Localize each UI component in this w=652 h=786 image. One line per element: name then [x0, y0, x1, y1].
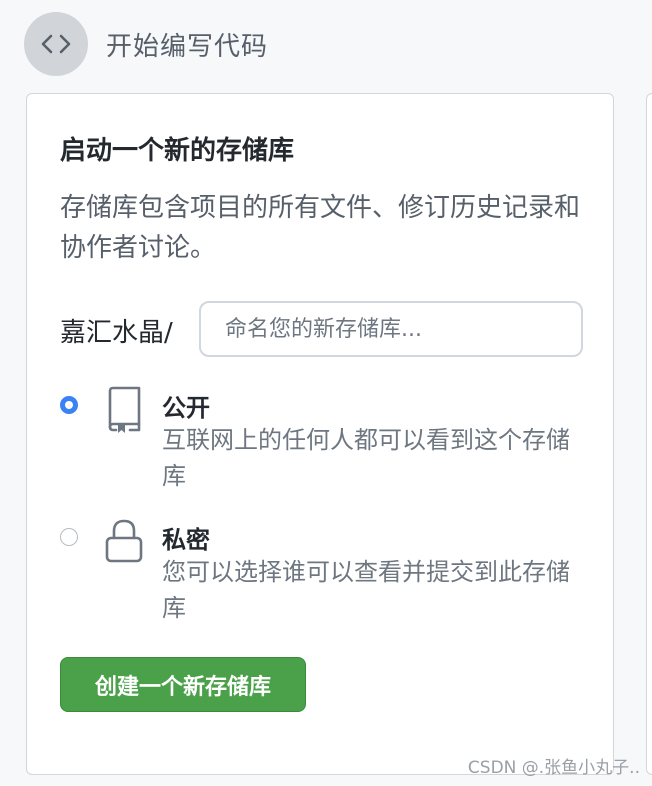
public-radio[interactable]: [60, 396, 78, 414]
card-description: 存储库包含项目的所有文件、修订历史记录和协作者讨论。: [60, 193, 581, 263]
private-title: 私密: [162, 526, 210, 554]
visibility-option-private[interactable]: 私密 您可以选择谁可以查看并提交到此存储库: [60, 518, 590, 638]
create-repository-button[interactable]: 创建一个新存储库: [60, 657, 306, 712]
header-title: 开始编写代码: [106, 31, 269, 62]
lock-icon: [104, 518, 144, 568]
visibility-option-public[interactable]: 公开 互联网上的任何人都可以看到这个存储库: [60, 386, 590, 506]
watermark: CSDN @.张鱼小丸子..: [467, 758, 640, 778]
owner-label: 嘉汇水晶/: [60, 318, 173, 348]
code-brackets-icon: [24, 12, 88, 76]
private-description: 您可以选择谁可以查看并提交到此存储库: [162, 558, 570, 622]
repo-book-icon: [104, 386, 144, 438]
adjacent-card-edge: [646, 93, 652, 775]
repo-name-input[interactable]: [199, 301, 583, 357]
private-radio[interactable]: [60, 528, 78, 546]
page: 开始编写代码 启动一个新的存储库 存储库包含项目的所有文件、修订历史记录和协作者…: [0, 0, 652, 786]
new-repo-card: 启动一个新的存储库 存储库包含项目的所有文件、修订历史记录和协作者讨论。 嘉汇水…: [26, 93, 614, 775]
public-title: 公开: [162, 394, 210, 422]
public-description: 互联网上的任何人都可以看到这个存储库: [162, 426, 570, 490]
header: 开始编写代码: [24, 12, 268, 76]
card-title: 启动一个新的存储库: [60, 136, 295, 166]
